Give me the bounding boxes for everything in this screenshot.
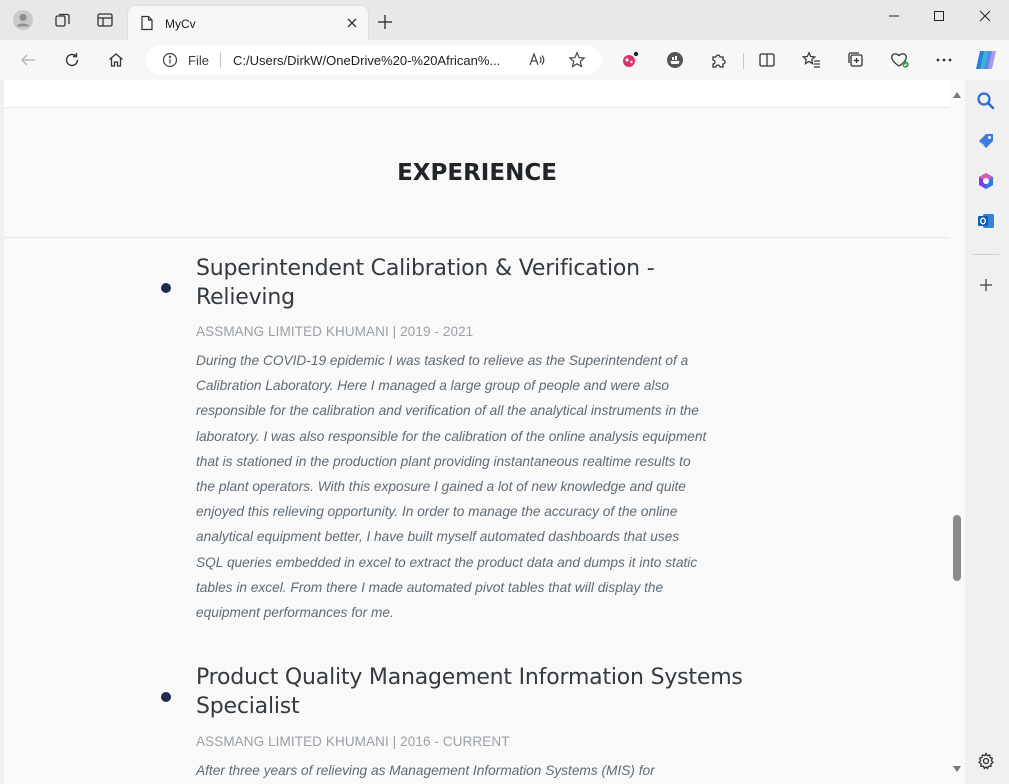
home-icon[interactable] — [100, 44, 132, 76]
job-meta: ASSMANG LIMITED KHUMANI | 2019 - 2021 — [196, 324, 474, 339]
toolbar-divider — [743, 53, 744, 69]
edge-sidebar — [965, 80, 1009, 784]
job-title: Superintendent Calibration & Verificatio… — [196, 256, 655, 310]
job-title: Product Quality Management Information S… — [196, 665, 743, 719]
timeline-bullet — [161, 283, 171, 293]
minimize-icon[interactable] — [871, 0, 917, 32]
more-icon[interactable] — [928, 44, 960, 76]
page-scrollbar[interactable] — [950, 80, 965, 784]
back-arrow-icon[interactable] — [12, 44, 44, 76]
address-scheme: File — [188, 53, 209, 68]
refresh-icon[interactable] — [56, 44, 88, 76]
tag-icon[interactable] — [971, 126, 1001, 156]
extension-icon[interactable] — [659, 44, 691, 76]
extension-icon[interactable] — [614, 44, 646, 76]
plus-icon[interactable] — [971, 270, 1001, 300]
window-close-icon[interactable] — [962, 0, 1008, 32]
browser-toolbar: File C:/Users/DirkW/OneDrive%20-%20Afric… — [0, 40, 1009, 80]
workspaces-icon[interactable] — [47, 4, 79, 36]
tab-actions-icon[interactable] — [89, 4, 121, 36]
profile-icon[interactable] — [7, 4, 39, 36]
office-icon[interactable] — [971, 166, 1001, 196]
star-icon[interactable] — [568, 51, 586, 74]
heart-icon[interactable] — [884, 44, 916, 76]
active-tab[interactable]: MyCv — [128, 6, 368, 40]
close-icon[interactable] — [342, 13, 362, 33]
job-meta: ASSMANG LIMITED KHUMANI | 2016 - CURRENT — [196, 734, 510, 749]
section-divider — [4, 237, 950, 238]
scroll-up-arrow-icon[interactable] — [952, 86, 962, 104]
read-aloud-icon[interactable] — [528, 51, 546, 74]
address-divider — [220, 52, 221, 68]
section-heading: EXPERIENCE — [397, 160, 557, 186]
copilot-icon[interactable] — [970, 44, 1002, 76]
page-top-strip — [4, 80, 950, 108]
page-content: EXPERIENCE Superintendent Calibration & … — [4, 80, 950, 784]
maximize-icon[interactable] — [916, 0, 962, 32]
puzzle-icon[interactable] — [703, 44, 735, 76]
address-url[interactable]: C:/Users/DirkW/OneDrive%20-%20African%..… — [233, 53, 523, 68]
address-bar[interactable]: File C:/Users/DirkW/OneDrive%20-%20Afric… — [146, 45, 602, 75]
outlook-icon[interactable] — [971, 206, 1001, 236]
tab-title: MyCv — [165, 17, 196, 31]
collections-icon[interactable] — [840, 44, 872, 76]
gear-icon[interactable] — [971, 746, 1001, 776]
job-description: After three years of relieving as Manage… — [196, 763, 655, 778]
scroll-down-arrow-icon[interactable] — [952, 760, 962, 778]
page-icon — [140, 15, 154, 36]
favorites-icon[interactable] — [796, 44, 828, 76]
title-bar: MyCv — [0, 0, 1009, 40]
search-icon[interactable] — [971, 86, 1001, 116]
scrollbar-thumb[interactable] — [953, 515, 961, 581]
new-tab-button[interactable] — [371, 8, 399, 36]
timeline-bullet — [161, 692, 171, 702]
job-description: During the COVID-19 epidemic I was taske… — [196, 353, 707, 621]
split-screen-icon[interactable] — [751, 44, 783, 76]
info-icon[interactable] — [162, 52, 178, 73]
sidebar-divider — [973, 254, 999, 255]
